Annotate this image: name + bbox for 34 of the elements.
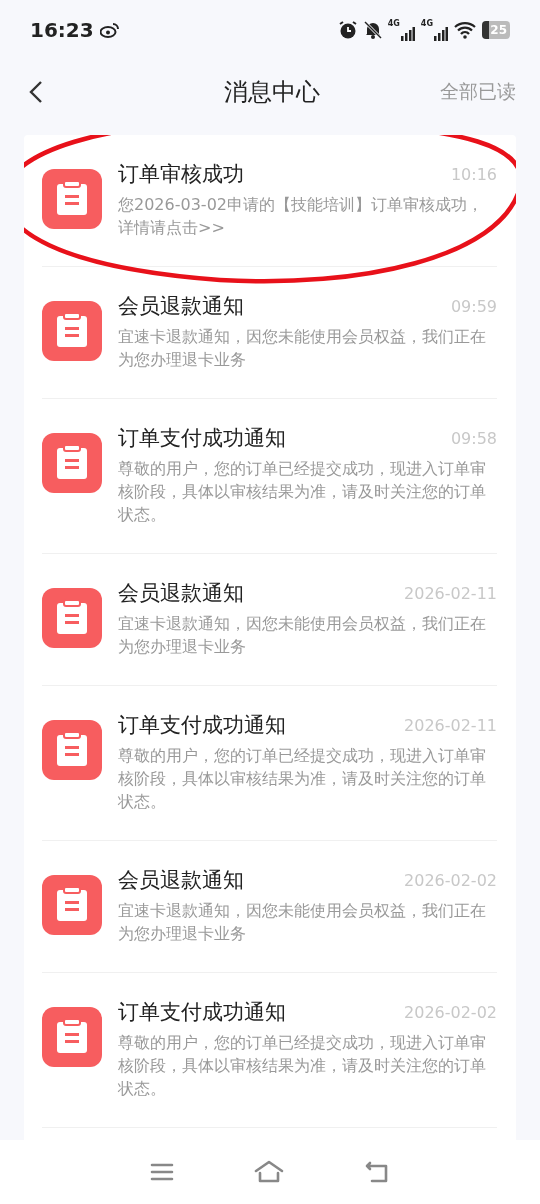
clipboard-icon (42, 720, 102, 780)
message-text[interactable]: 宜速卡退款通知，因您未能使用会员权益，我们正在为您办理退卡业务 (118, 899, 497, 945)
clipboard-icon (42, 875, 102, 935)
message-text[interactable]: 尊敬的用户，您的订单已经提交成功，现进入订单审核阶段，具体以审核结果为准，请及时关注您的订单状态。 (118, 457, 497, 526)
message-title[interactable]: 会员退款通知 (118, 867, 244, 893)
message-title[interactable]: 会员退款通知 (118, 580, 244, 606)
battery-indicator: 25 (482, 21, 510, 39)
clipboard-icon (42, 433, 102, 493)
menu-button[interactable] (150, 1162, 174, 1182)
message-title[interactable]: 订单支付成功通知 (118, 425, 286, 451)
clipboard-icon (42, 588, 102, 648)
message-text[interactable]: 尊敬的用户，您的订单已经提交成功，现进入订单审核阶段，具体以审核结果为准，请及时关注您的订单状态。 (118, 744, 497, 813)
clipboard-icon (42, 301, 102, 361)
message-title[interactable]: 会员退款通知 (118, 293, 244, 319)
back-nav-button[interactable] (364, 1160, 390, 1184)
message-title[interactable]: 订单审核成功 (118, 161, 244, 187)
alarm-icon (337, 20, 358, 40)
signal-indicator: 4G (420, 19, 448, 41)
clipboard-icon (42, 169, 102, 229)
back-button[interactable] (28, 80, 44, 104)
message-text[interactable]: 您2026-03-02申请的【技能培训】订单审核成功，详情请点击>> (118, 193, 497, 239)
clipboard-icon (42, 1007, 102, 1067)
message-text[interactable]: 宜速卡退款通知，因您未能使用会员权益，我们正在为您办理退卡业务 (118, 612, 497, 658)
message-title[interactable]: 订单支付成功通知 (118, 712, 286, 738)
home-button[interactable] (254, 1160, 284, 1184)
mark-all-read-button[interactable]: 全部已读 (440, 79, 516, 105)
message-title[interactable]: 订单支付成功通知 (118, 999, 286, 1025)
message-text[interactable]: 宜速卡退款通知，因您未能使用会员权益，我们正在为您办理退卡业务 (118, 325, 497, 371)
wifi-icon (454, 21, 476, 39)
message-text[interactable]: 尊敬的用户，您的订单已经提交成功，现进入订单审核阶段，具体以审核结果为准，请及时关注您的订单状态。 (118, 1031, 497, 1100)
status-time: 16:23 (30, 18, 94, 42)
muted-bell-icon (363, 20, 382, 40)
page-title: 消息中心 (224, 77, 320, 108)
signal-indicator: 4G (387, 19, 415, 41)
